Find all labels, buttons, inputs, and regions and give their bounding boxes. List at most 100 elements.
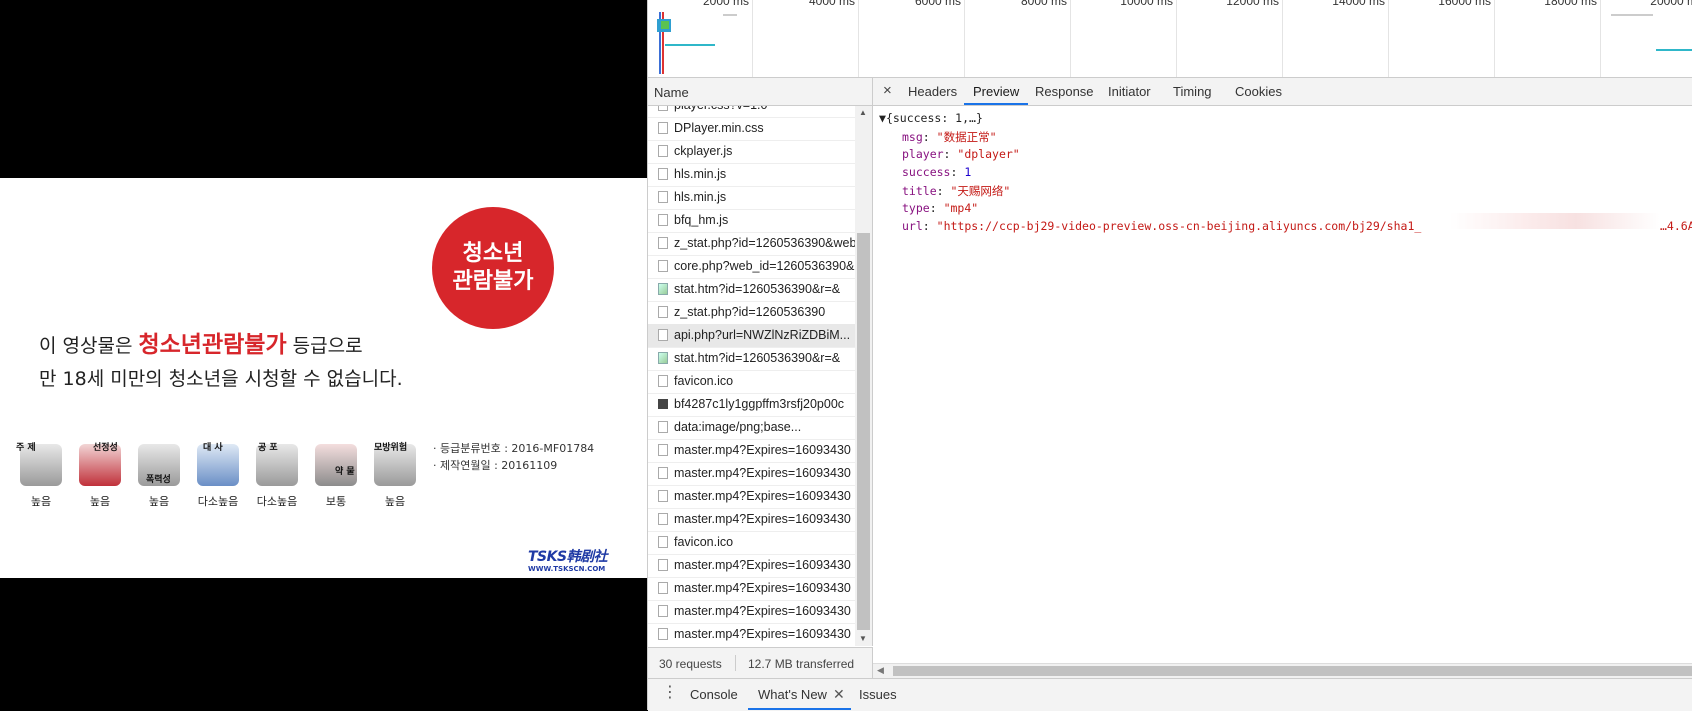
theme-icon: 주 제: [16, 440, 66, 488]
expand-toggle-icon[interactable]: ▼: [879, 111, 886, 125]
request-row[interactable]: master.mp4?Expires=16093430: [648, 554, 855, 578]
file-icon: [658, 559, 668, 571]
dialogue-icon: 대 사: [193, 440, 243, 488]
devtools-panel: 2000 ms 4000 ms 6000 ms 8000 ms 10000 ms…: [647, 0, 1692, 711]
request-row[interactable]: master.mp4?Expires=16093430: [648, 485, 855, 509]
file-icon: [658, 306, 668, 318]
request-row[interactable]: api.php?url=NWZlNzRiZDBiM...: [648, 324, 855, 348]
brand-watermark: TSKS韩剧社 WWW.TSKSCN.COM: [528, 546, 608, 573]
json-root[interactable]: ▼{success: 1,…}: [879, 111, 983, 125]
request-row[interactable]: hls.min.js: [648, 163, 855, 187]
request-name: bf4287c1ly1ggpffm3rsfj20p00c: [674, 397, 845, 411]
request-row[interactable]: bf4287c1ly1ggpffm3rsfj20p00c: [648, 393, 855, 417]
tab-headers[interactable]: Headers: [908, 84, 957, 99]
file-icon: [658, 513, 668, 525]
scroll-up-icon[interactable]: ▲: [859, 108, 867, 117]
preview-horizontal-scrollbar[interactable]: ◀: [873, 663, 1692, 678]
drawer-tab-issues[interactable]: Issues: [859, 687, 897, 702]
rating-level: 다소높음: [256, 495, 298, 508]
request-list[interactable]: player.css?v=1.0 DPlayer.min.css ckplayer.…: [648, 106, 855, 646]
network-timeline[interactable]: 2000 ms 4000 ms 6000 ms 8000 ms 10000 ms…: [648, 0, 1692, 78]
file-icon: [658, 329, 668, 341]
rating-category-theme: 주 제 높음: [13, 440, 69, 509]
scroll-left-icon[interactable]: ◀: [877, 665, 884, 676]
timeline-tick: 14000 ms: [1332, 0, 1389, 77]
file-icon: [658, 191, 668, 203]
request-name: stat.htm?id=1260536390&r=&: [674, 282, 841, 296]
drawer-tab-whats-new[interactable]: What's New: [748, 687, 851, 710]
file-icon: [658, 490, 668, 502]
request-name: DPlayer.min.css: [674, 121, 764, 135]
rating-number: · 등급분류번호 : 2016-MF01784: [433, 442, 595, 455]
rating-level: 높음: [30, 495, 52, 508]
request-row[interactable]: master.mp4?Expires=16093430: [648, 623, 855, 646]
request-row[interactable]: master.mp4?Expires=16093430: [648, 577, 855, 601]
rating-text-line2: 만 18세 미만의 청소년을 시청할 수 없습니다.: [39, 368, 403, 390]
request-row[interactable]: data:image/png;base...: [648, 416, 855, 440]
json-preview: ▼{success: 1,…} msg: "数据正常" player: "dpl…: [873, 106, 1692, 663]
request-row[interactable]: stat.htm?id=1260536390&r=&: [648, 278, 855, 302]
json-field-title: title: "天赐网络": [902, 184, 1011, 198]
transfer-size: 12.7 MB transferred: [748, 657, 855, 671]
file-icon: [658, 122, 668, 134]
json-url-tail: …4.6A.J9A2: [1660, 219, 1692, 233]
timeline-tick: 2000 ms: [703, 0, 753, 77]
request-name: master.mp4?Expires=16093430: [674, 604, 851, 618]
json-field-player: player: "dplayer": [902, 147, 1020, 161]
brand-name: TSKS韩剧社: [528, 549, 608, 565]
close-icon[interactable]: ✕: [833, 686, 845, 703]
request-name: z_stat.php?id=1260536390&web: [674, 236, 855, 250]
request-name: player.css?v=1.0: [674, 106, 767, 112]
timeline-mark: [661, 21, 669, 29]
request-row[interactable]: master.mp4?Expires=16093430: [648, 600, 855, 624]
name-column-header[interactable]: Name: [648, 78, 873, 106]
rating-text-highlight: 청소년관람불가: [138, 332, 287, 358]
video-player[interactable]: 청소년 관람불가 이 영상물은 청소년관람불가 등급으로 만 18세 미만의 청…: [0, 0, 647, 710]
file-icon: [658, 536, 668, 548]
request-row[interactable]: stat.htm?id=1260536390&r=&: [648, 347, 855, 371]
request-row[interactable]: favicon.ico: [648, 370, 855, 394]
drawer-tab-console[interactable]: Console: [690, 687, 738, 702]
request-name: stat.htm?id=1260536390&r=&: [674, 351, 841, 365]
request-row[interactable]: z_stat.php?id=1260536390&web: [648, 232, 855, 256]
request-row[interactable]: hls.min.js: [648, 186, 855, 210]
scroll-down-icon[interactable]: ▼: [859, 634, 867, 643]
tab-preview[interactable]: Preview: [963, 84, 1029, 105]
tab-initiator[interactable]: Initiator: [1108, 84, 1151, 99]
rating-badge: 청소년 관람불가: [432, 207, 554, 329]
timeline-tick: 4000 ms: [809, 0, 859, 77]
scrollbar-thumb[interactable]: [893, 666, 1692, 676]
request-row[interactable]: master.mp4?Expires=16093430: [648, 462, 855, 486]
sexuality-icon: 선정성: [75, 440, 125, 488]
request-list-scrollbar[interactable]: ▲ ▼: [855, 106, 873, 646]
request-name: bfq_hm.js: [674, 213, 729, 227]
scrollbar-thumb[interactable]: [857, 233, 870, 630]
request-name: master.mp4?Expires=16093430: [674, 581, 851, 595]
tab-response[interactable]: Response: [1035, 84, 1094, 99]
request-row[interactable]: master.mp4?Expires=16093430: [648, 439, 855, 463]
rating-category-violence: 폭력성 높음: [131, 440, 187, 509]
request-row[interactable]: favicon.ico: [648, 531, 855, 555]
request-name: master.mp4?Expires=16093430: [674, 466, 851, 480]
rating-text-line1: 이 영상물은 청소년관람불가 등급으로: [39, 325, 363, 359]
request-name: master.mp4?Expires=16093430: [674, 489, 851, 503]
request-row[interactable]: master.mp4?Expires=16093430: [648, 508, 855, 532]
timeline-tick: 12000 ms: [1226, 0, 1283, 77]
rating-category-drug: 약 물 보통: [308, 440, 364, 509]
request-row[interactable]: ckplayer.js: [648, 140, 855, 164]
request-row[interactable]: bfq_hm.js: [648, 209, 855, 233]
more-menu-icon[interactable]: ⋮: [662, 685, 678, 701]
request-row[interactable]: z_stat.php?id=1260536390: [648, 301, 855, 325]
request-count: 30 requests: [659, 657, 722, 671]
request-row[interactable]: core.php?web_id=1260536390&: [648, 255, 855, 279]
imitation-icon: 모방위험: [370, 440, 420, 488]
tab-timing[interactable]: Timing: [1173, 84, 1212, 99]
rating-level: 높음: [148, 495, 170, 508]
horror-icon: 공 포: [252, 440, 302, 488]
rating-category-horror: 공 포 다소높음: [249, 440, 305, 509]
tab-cookies[interactable]: Cookies: [1235, 84, 1282, 99]
request-row[interactable]: DPlayer.min.css: [648, 117, 855, 141]
close-icon[interactable]: ×: [883, 82, 892, 99]
timeline-tick: 16000 ms: [1438, 0, 1495, 77]
timeline-mark: [1611, 14, 1653, 16]
